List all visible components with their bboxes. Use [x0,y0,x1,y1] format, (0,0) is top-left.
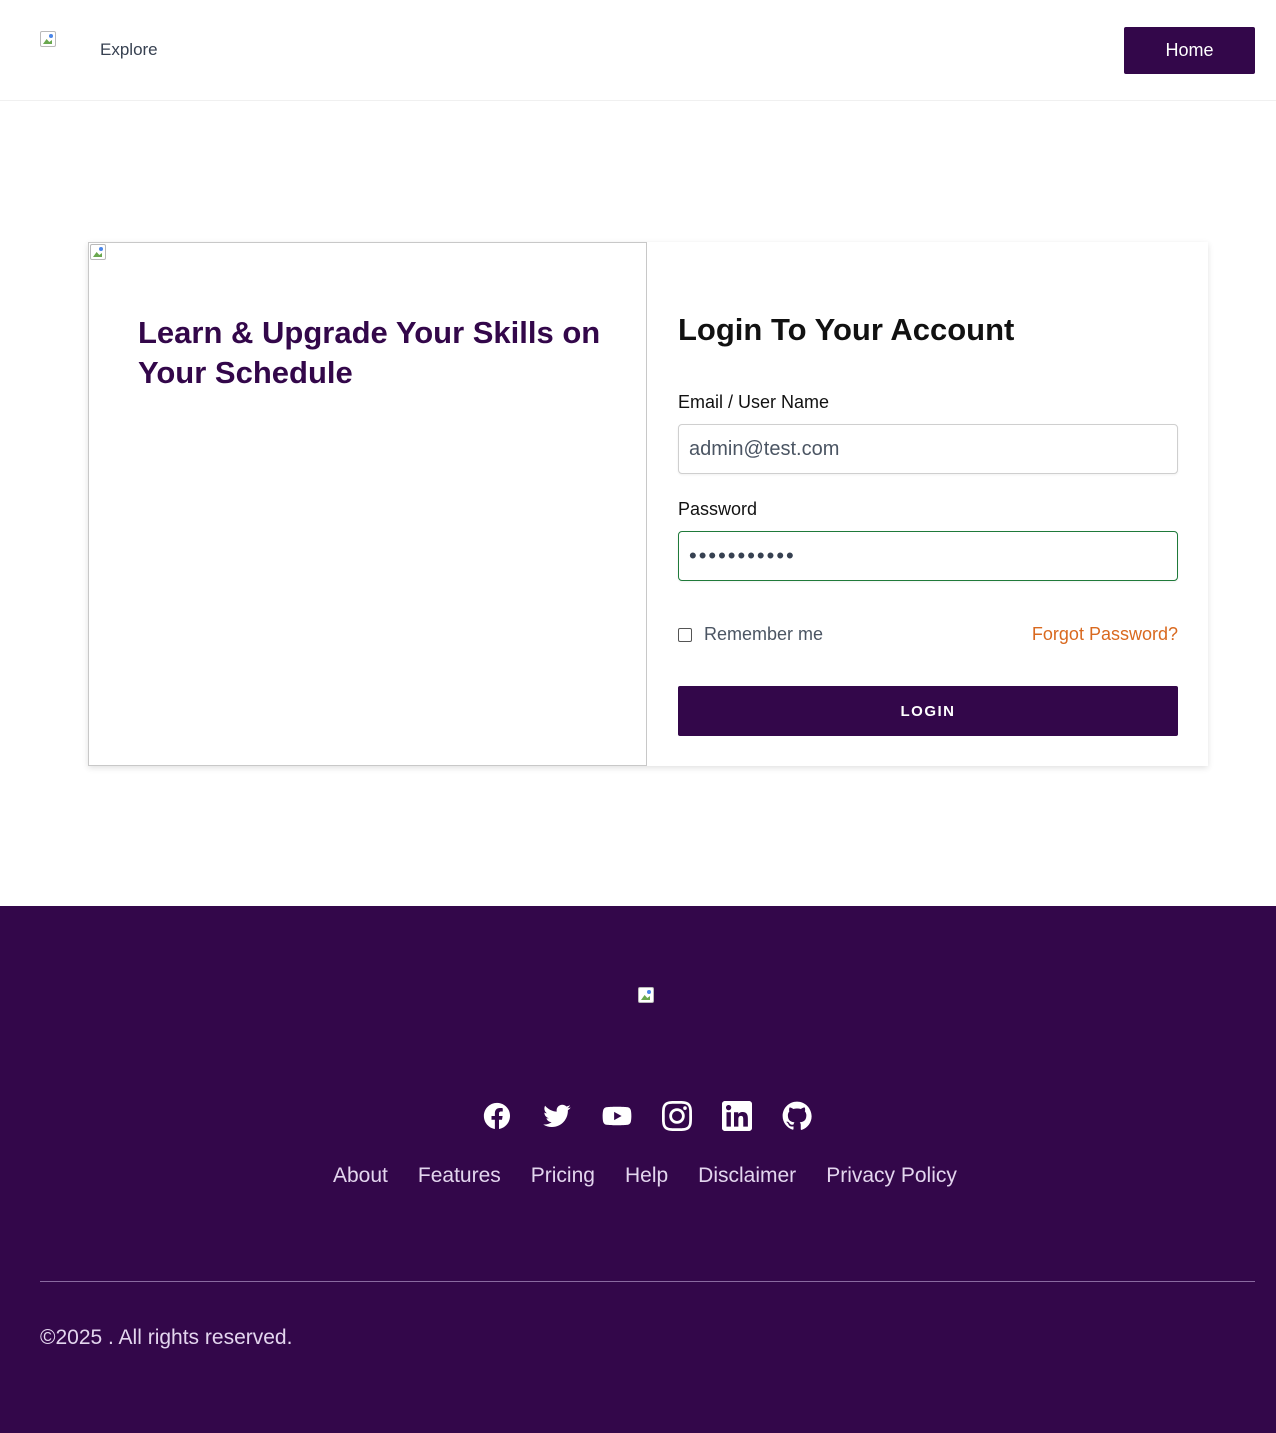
site-logo[interactable] [40,31,61,50]
broken-image-icon [90,244,106,260]
github-icon[interactable] [782,1101,812,1131]
email-field[interactable] [678,424,1178,474]
hero-panel: Learn & Upgrade Your Skills on Your Sche… [88,242,647,766]
footer-link-features[interactable]: Features [418,1164,501,1188]
nav-link-explore[interactable]: Explore [100,40,158,60]
site-footer: About Features Pricing Help Disclaimer P… [0,906,1276,1433]
facebook-icon[interactable] [482,1101,512,1131]
password-label: Password [678,499,758,519]
home-button[interactable]: Home [1124,27,1255,74]
login-button[interactable]: LOGIN [678,686,1178,736]
linkedin-icon[interactable] [722,1101,752,1131]
footer-nav: About Features Pricing Help Disclaimer P… [333,1164,957,1188]
twitter-icon[interactable] [542,1101,572,1131]
remember-label: Remember me [704,624,824,644]
footer-link-privacy-policy[interactable]: Privacy Policy [826,1164,957,1188]
broken-image-icon [40,31,56,47]
footer-link-disclaimer[interactable]: Disclaimer [698,1164,796,1188]
footer-divider [40,1281,1255,1282]
footer-link-about[interactable]: About [333,1164,388,1188]
remember-me: Remember me [678,624,823,645]
site-header: Explore Home [0,0,1276,101]
form-title: Login To Your Account [678,312,1015,347]
footer-link-help[interactable]: Help [625,1164,668,1188]
copyright-text: ©2025 . All rights reserved. [40,1326,293,1349]
login-card: Learn & Upgrade Your Skills on Your Sche… [88,242,1208,766]
hero-image [90,244,106,265]
hero-tagline: Learn & Upgrade Your Skills on Your Sche… [138,315,601,390]
footer-link-pricing[interactable]: Pricing [531,1164,595,1188]
password-field[interactable] [678,531,1178,581]
instagram-icon[interactable] [662,1101,692,1131]
login-form: Login To Your Account Email / User Name … [647,242,1208,766]
email-label: Email / User Name [678,392,830,412]
forgot-password-link[interactable]: Forgot Password? [1032,624,1178,645]
remember-checkbox[interactable] [678,627,692,642]
social-links [482,1101,812,1131]
footer-logo [638,987,654,1008]
youtube-icon[interactable] [602,1101,632,1131]
broken-image-icon [638,987,654,1003]
